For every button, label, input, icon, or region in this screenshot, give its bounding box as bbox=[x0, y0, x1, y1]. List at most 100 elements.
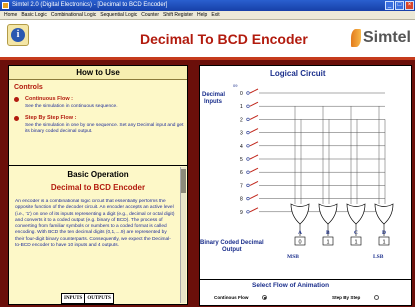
input-number-1: 1 bbox=[240, 104, 243, 110]
or-gate-D bbox=[374, 203, 394, 225]
flow-title: Select Flow of Animation bbox=[252, 282, 330, 289]
input-switch-4[interactable] bbox=[249, 141, 259, 147]
input-number-0: 0 bbox=[240, 91, 243, 97]
decimal-label-line2: Inputs bbox=[204, 99, 223, 105]
menu-bar: Home Basic Logic Combinational Logic Seq… bbox=[0, 11, 415, 20]
menu-sequential-logic[interactable]: Sequential Logic bbox=[98, 11, 139, 19]
input-number-6: 6 bbox=[240, 170, 243, 176]
window-titlebar: Simtel 2.0 (Digital Electronics) - [Deci… bbox=[0, 0, 415, 11]
option-continuous-label: Continous Flow bbox=[214, 295, 249, 300]
basic-operation-text: An encoder is a combinational logic circ… bbox=[15, 199, 175, 249]
control-item-desc: See the simulation in continuous sequenc… bbox=[25, 104, 118, 109]
or-gate-A bbox=[290, 203, 310, 225]
logo-mark-icon bbox=[350, 29, 361, 47]
left-panel: How to Use Controls Continuous Flow : Se… bbox=[0, 60, 195, 307]
page-title: Decimal To BCD Encoder bbox=[140, 31, 308, 47]
msb-label: MSB bbox=[287, 254, 299, 260]
control-item-step: Step By Step Flow : See the simulation i… bbox=[14, 115, 187, 135]
input-switch-3[interactable] bbox=[249, 128, 259, 134]
input-node-8 bbox=[246, 197, 250, 201]
close-button[interactable]: × bbox=[405, 1, 414, 10]
right-panel: Logical Circuit Decimal Inputs 09 012345… bbox=[195, 60, 415, 307]
bullet-icon bbox=[14, 116, 19, 121]
menu-shift-register[interactable]: Shift Register bbox=[161, 11, 195, 19]
input-node-9 bbox=[246, 210, 250, 214]
output-value-2: 1 bbox=[355, 240, 358, 246]
window-title: Simtel 2.0 (Digital Electronics) - [Deci… bbox=[12, 2, 168, 8]
output-letter-D: D bbox=[382, 230, 386, 236]
option-continuous[interactable]: Continous Flow bbox=[214, 295, 268, 300]
input-number-4: 4 bbox=[240, 144, 243, 150]
input-switch-9[interactable] bbox=[249, 207, 259, 213]
control-item-title: Continuous Flow : bbox=[25, 96, 73, 102]
bcd-label-line2: Output bbox=[222, 247, 242, 253]
input-node-2 bbox=[246, 117, 250, 122]
control-item-continuous: Continuous Flow : See the simulation in … bbox=[14, 96, 187, 110]
output-letter-C: C bbox=[354, 230, 358, 236]
outputs-button[interactable]: OUTPUTS bbox=[84, 293, 114, 304]
maximize-button[interactable]: □ bbox=[395, 1, 404, 10]
probe-text: 09 bbox=[233, 83, 238, 88]
menu-basic-logic[interactable]: Basic Logic bbox=[19, 11, 49, 19]
output-letter-A: A bbox=[298, 230, 302, 236]
input-number-2: 2 bbox=[240, 117, 243, 123]
menu-exit[interactable]: Exit bbox=[209, 11, 221, 19]
info-icon: i bbox=[11, 28, 25, 42]
input-node-4 bbox=[246, 144, 250, 148]
basic-operation-title: Basic Operation bbox=[67, 170, 129, 179]
input-node-5 bbox=[246, 157, 250, 161]
controls-label: Controls bbox=[14, 84, 43, 91]
how-to-use-title: How to Use bbox=[9, 66, 187, 80]
input-node-1 bbox=[246, 104, 250, 108]
app-icon bbox=[2, 2, 9, 9]
or-gate-C bbox=[346, 203, 366, 225]
logo-text: Simtel bbox=[362, 29, 411, 46]
control-item-desc: See the simulation in one by one sequenc… bbox=[25, 123, 184, 134]
bcd-label-line1: Binary Coded Decimal bbox=[200, 240, 264, 246]
flow-selector: Select Flow of Animation Continous Flow … bbox=[199, 280, 412, 306]
menu-help[interactable]: Help bbox=[195, 11, 209, 19]
scrollbar-thumb[interactable] bbox=[181, 169, 186, 193]
menu-counter[interactable]: Counter bbox=[139, 11, 161, 19]
input-number-7: 7 bbox=[240, 183, 243, 189]
input-number-5: 5 bbox=[240, 157, 243, 163]
input-number-3: 3 bbox=[240, 131, 243, 137]
continuous-radio[interactable] bbox=[262, 295, 268, 300]
text-scrollbar[interactable] bbox=[180, 167, 186, 303]
page-header: i Decimal To BCD Encoder Simtel bbox=[0, 20, 415, 60]
input-switch-1[interactable] bbox=[249, 101, 259, 107]
menu-combinational-logic[interactable]: Combinational Logic bbox=[49, 11, 98, 19]
input-node-7 bbox=[246, 183, 250, 187]
or-gate-B bbox=[318, 203, 338, 225]
option-step-label: Step By Step bbox=[332, 295, 361, 300]
bullet-icon bbox=[14, 97, 19, 102]
input-switch-2[interactable] bbox=[249, 114, 259, 120]
menu-home[interactable]: Home bbox=[2, 11, 19, 19]
decimal-label-line1: Decimal bbox=[202, 92, 225, 98]
minimize-button[interactable]: _ bbox=[385, 1, 394, 10]
circuit-diagram: Decimal Inputs 09 0 1 2 3 4 5 6 7 8 9 A 0 B 1 C 1 D 1 MSB… bbox=[200, 83, 394, 260]
info-button[interactable]: i bbox=[7, 24, 29, 46]
input-switch-5[interactable] bbox=[249, 154, 259, 160]
inputs-button[interactable]: INPUTS bbox=[61, 293, 86, 304]
input-switch-6[interactable] bbox=[249, 167, 259, 173]
input-switch-7[interactable] bbox=[249, 180, 259, 186]
how-to-use-box: How to Use Controls Continuous Flow : Se… bbox=[8, 65, 188, 168]
step-radio[interactable] bbox=[374, 295, 380, 300]
output-value-1: 1 bbox=[327, 240, 330, 246]
input-number-9: 9 bbox=[240, 210, 243, 216]
input-switch-8[interactable] bbox=[249, 194, 259, 200]
logical-circuit-box: Logical Circuit Decimal Inputs 09 012345… bbox=[199, 65, 412, 280]
simtel-logo: Simtel bbox=[350, 29, 411, 47]
lsb-label: LSB bbox=[373, 254, 384, 260]
basic-operation-box: Basic Operation Decimal to BCD Encoder A… bbox=[8, 165, 188, 305]
output-value-0: 0 bbox=[299, 240, 302, 246]
input-node-3 bbox=[246, 130, 250, 135]
input-node-0 bbox=[246, 91, 250, 95]
option-step[interactable]: Step By Step bbox=[332, 295, 380, 300]
input-number-8: 8 bbox=[240, 197, 243, 203]
input-switch-0[interactable] bbox=[249, 88, 259, 94]
output-value-3: 1 bbox=[383, 240, 386, 246]
control-item-title: Step By Step Flow : bbox=[25, 115, 77, 121]
output-letter-B: B bbox=[326, 230, 330, 236]
